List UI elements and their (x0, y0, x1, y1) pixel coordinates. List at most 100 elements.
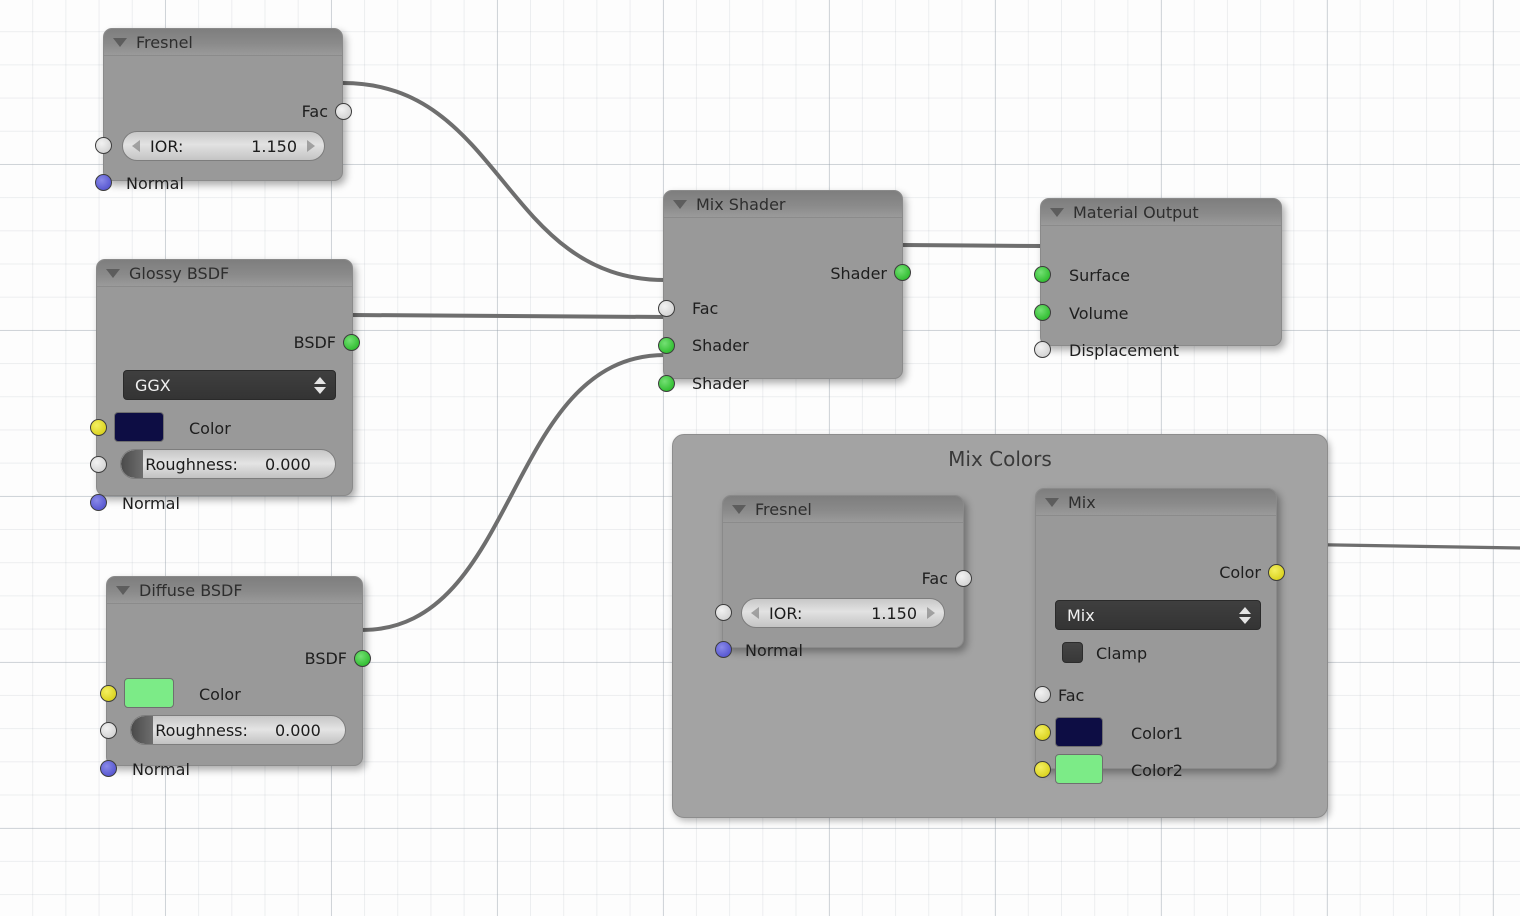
chevron-down-icon (314, 386, 326, 394)
socket-output-bsdf[interactable] (343, 334, 360, 351)
increment-arrow-icon[interactable] (307, 140, 315, 152)
socket-input-normal[interactable] (715, 641, 732, 658)
dropdown-arrows-icon[interactable] (1239, 606, 1251, 624)
node-title: Glossy BSDF (129, 263, 230, 283)
socket-input-roughness[interactable] (100, 722, 117, 739)
output-label-bsdf: BSDF (293, 333, 336, 352)
clamp-label: Clamp (1096, 644, 1148, 663)
link-fresnel-fac-to-mixshader-fac (341, 81, 667, 282)
ior-label: IOR: (769, 603, 803, 623)
blend-mode-value: Mix (1067, 605, 1095, 625)
node-header[interactable]: Fresnel (723, 496, 963, 523)
color-swatch-color1[interactable] (1055, 717, 1103, 747)
socket-output-fac[interactable] (335, 103, 352, 120)
socket-output-bsdf[interactable] (354, 650, 371, 667)
input-label-color: Color (189, 419, 231, 438)
socket-input-normal[interactable] (100, 760, 117, 777)
input-label-volume: Volume (1069, 304, 1129, 323)
socket-input-ior[interactable] (715, 604, 732, 621)
output-label-fac: Fac (301, 102, 328, 121)
node-fresnel-top[interactable]: Fresnel Fac IOR: 1.150 Normal (95, 28, 352, 193)
ior-value: 1.150 (871, 603, 917, 623)
socket-input-ior[interactable] (95, 137, 112, 154)
node-diffuse-bsdf[interactable]: Diffuse BSDF BSDF Color Roughness: 0.000… (100, 576, 371, 779)
collapse-triangle-icon[interactable] (113, 37, 127, 47)
node-header[interactable]: Material Output (1041, 199, 1281, 226)
decrement-arrow-icon[interactable] (751, 607, 759, 619)
socket-input-fac[interactable] (658, 300, 675, 317)
roughness-slider[interactable]: Roughness: 0.000 (130, 715, 346, 745)
socket-input-shader-1[interactable] (658, 337, 675, 354)
color-swatch-diffuse[interactable] (124, 678, 174, 708)
collapse-triangle-icon[interactable] (116, 585, 130, 595)
input-label-normal: Normal (126, 174, 184, 193)
input-label-shader-1: Shader (692, 336, 749, 355)
socket-input-roughness[interactable] (90, 456, 107, 473)
node-header[interactable]: Diffuse BSDF (107, 577, 362, 604)
socket-input-color[interactable] (100, 685, 117, 702)
node-title: Material Output (1073, 202, 1199, 222)
roughness-slider[interactable]: Roughness: 0.000 (120, 449, 336, 479)
input-label-color2: Color2 (1131, 761, 1183, 780)
node-header[interactable]: Mix Shader (664, 191, 902, 218)
chevron-up-icon (1239, 606, 1251, 614)
blend-mode-dropdown[interactable]: Mix (1055, 600, 1261, 630)
ior-value: 1.150 (251, 136, 297, 156)
distribution-value: GGX (135, 375, 171, 395)
input-label-normal: Normal (745, 641, 803, 660)
collapse-triangle-icon[interactable] (1050, 207, 1064, 217)
shader-node-editor-canvas[interactable]: Mix Colors Fresnel Fac IOR: 1.150 Normal… (0, 0, 1520, 916)
node-title: Fresnel (755, 499, 812, 519)
collapse-triangle-icon[interactable] (1045, 497, 1059, 507)
output-label-fac: Fac (921, 569, 948, 588)
socket-output-shader[interactable] (894, 264, 911, 281)
socket-input-color[interactable] (90, 419, 107, 436)
collapse-triangle-icon[interactable] (106, 268, 120, 278)
increment-arrow-icon[interactable] (927, 607, 935, 619)
distribution-dropdown[interactable]: GGX (123, 370, 336, 400)
socket-input-volume[interactable] (1034, 304, 1051, 321)
node-glossy-bsdf[interactable]: Glossy BSDF BSDF GGX Color Roughness: 0. (90, 259, 360, 513)
node-title: Mix (1068, 492, 1096, 512)
ior-value-field[interactable]: IOR: 1.150 (741, 598, 945, 628)
decrement-arrow-icon[interactable] (132, 140, 140, 152)
frame-label: Mix Colors (948, 447, 1052, 471)
collapse-triangle-icon[interactable] (673, 199, 687, 209)
socket-input-fac[interactable] (1034, 686, 1051, 703)
color-swatch-color2[interactable] (1055, 754, 1103, 784)
node-title: Diffuse BSDF (139, 580, 243, 600)
node-header[interactable]: Mix (1036, 489, 1276, 516)
ior-value-field[interactable]: IOR: 1.150 (122, 131, 325, 161)
roughness-text: Roughness: 0.000 (145, 455, 311, 474)
node-material-output[interactable]: Material Output Surface Volume Displacem… (1034, 198, 1282, 360)
socket-input-normal[interactable] (95, 174, 112, 191)
output-label-color: Color (1219, 563, 1261, 582)
dropdown-arrows-icon[interactable] (314, 376, 326, 394)
socket-input-surface[interactable] (1034, 266, 1051, 283)
node-fresnel-framed[interactable]: Fresnel Fac IOR: 1.150 Normal (715, 495, 972, 660)
input-label-shader-2: Shader (692, 374, 749, 393)
node-header[interactable]: Fresnel (104, 29, 342, 56)
color-swatch-glossy[interactable] (114, 412, 164, 442)
clamp-checkbox[interactable] (1062, 642, 1083, 663)
input-label-normal: Normal (132, 760, 190, 779)
socket-output-fac[interactable] (955, 570, 972, 587)
socket-output-color[interactable] (1268, 564, 1285, 581)
node-mix[interactable]: Mix Color Mix Clamp Fac Color1 Color2 (1034, 488, 1285, 784)
input-label-surface: Surface (1069, 266, 1130, 285)
socket-input-shader-2[interactable] (658, 375, 675, 392)
slider-fill (131, 716, 153, 744)
node-mix-shader[interactable]: Mix Shader Shader Fac Shader Shader (658, 190, 911, 393)
roughness-text: Roughness: 0.000 (155, 721, 321, 740)
collapse-triangle-icon[interactable] (732, 504, 746, 514)
input-label-fac: Fac (692, 299, 719, 318)
socket-input-displacement[interactable] (1034, 341, 1051, 358)
input-label-displacement: Displacement (1069, 341, 1179, 360)
socket-input-color1[interactable] (1034, 724, 1051, 741)
roughness-label: Roughness: (145, 454, 238, 474)
node-header[interactable]: Glossy BSDF (97, 260, 352, 287)
node-title: Mix Shader (696, 194, 786, 214)
socket-input-normal[interactable] (90, 494, 107, 511)
socket-input-color2[interactable] (1034, 761, 1051, 778)
chevron-down-icon (1239, 616, 1251, 624)
